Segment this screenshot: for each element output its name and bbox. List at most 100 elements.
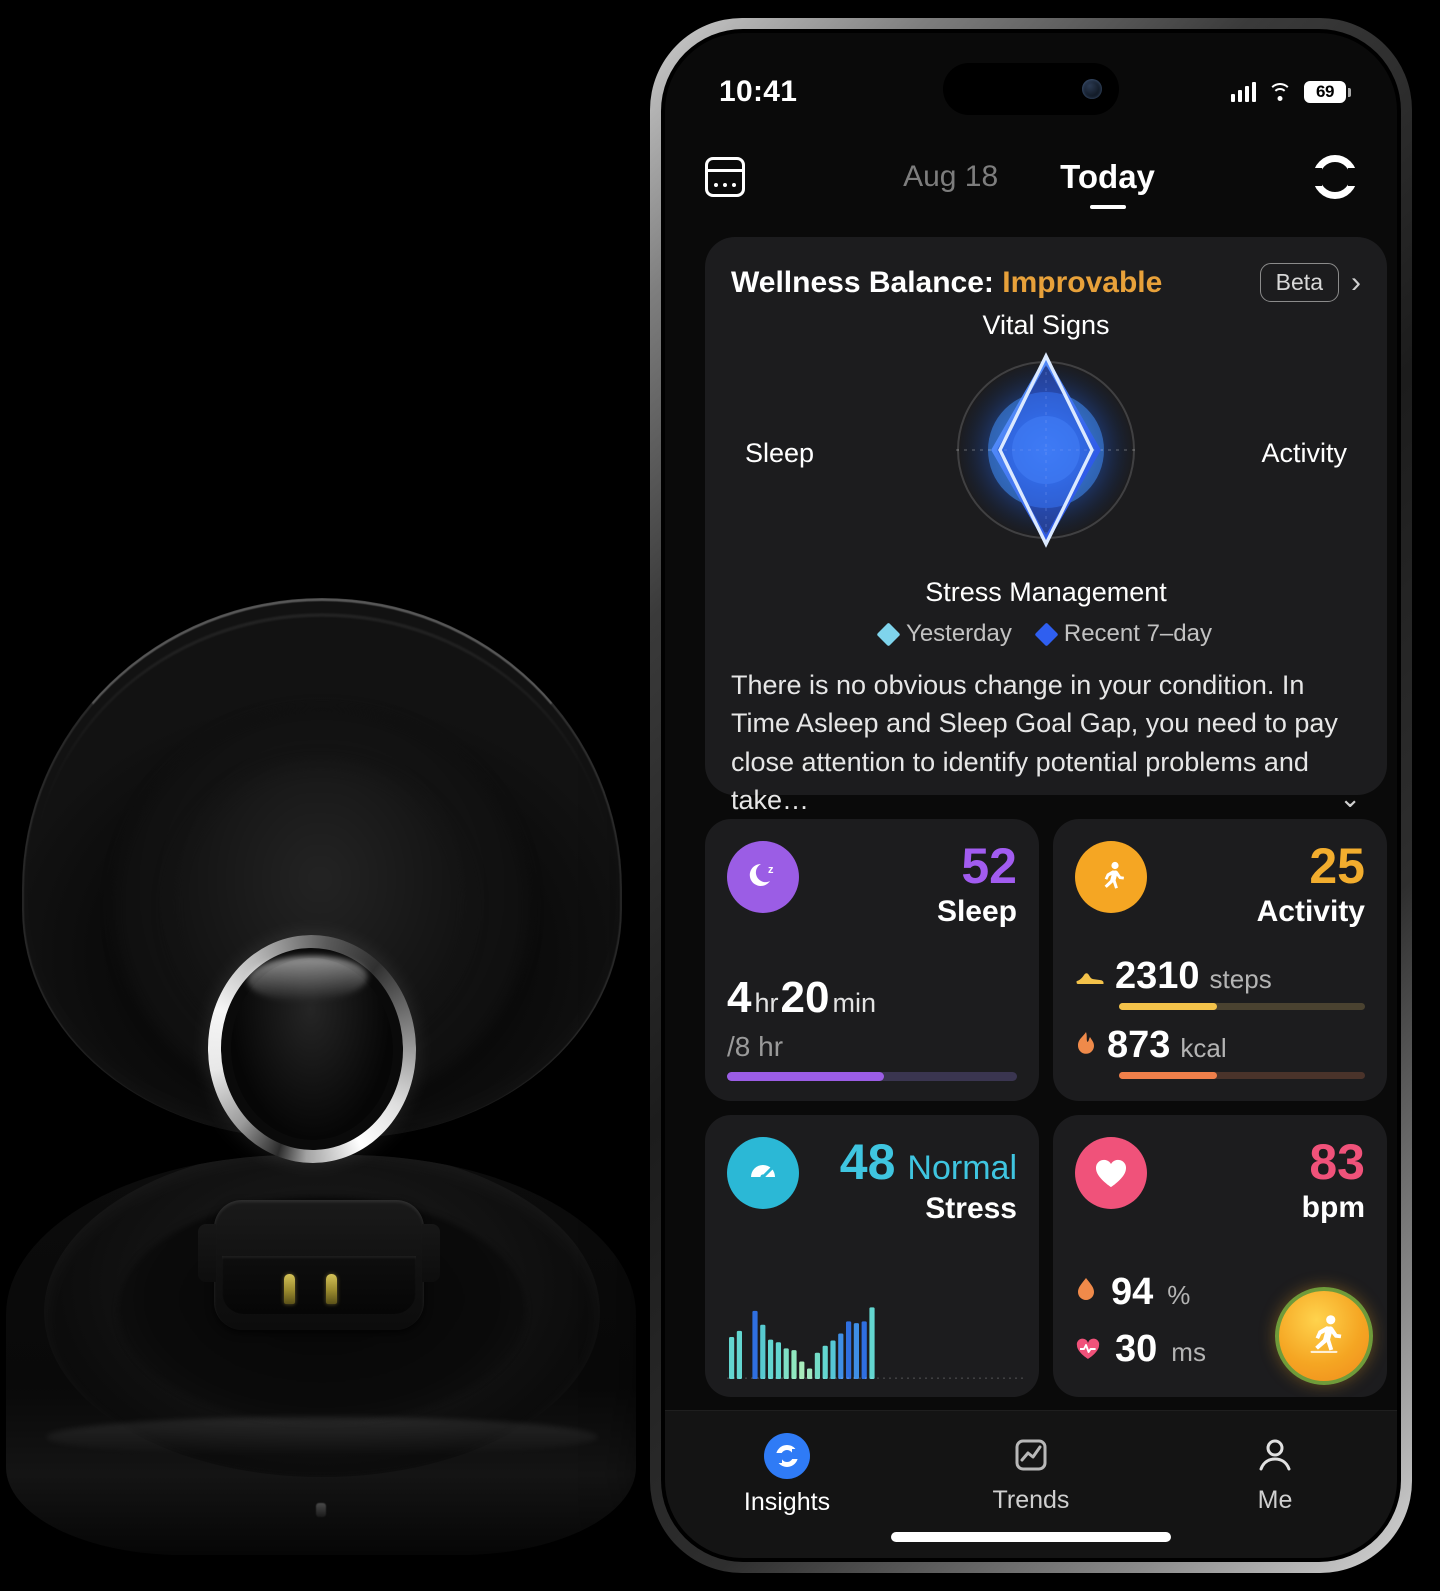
case-base-seam — [46, 1417, 598, 1457]
charging-pin-left — [284, 1274, 295, 1304]
phone-device: 10:41 69 Aug 18 Today Wellness Balance: … — [650, 18, 1412, 1573]
legend-diamond-recent-7-day — [1034, 621, 1059, 647]
sleep-card[interactable]: z 52 Sleep 4 hr20 min /8 hr — [705, 819, 1039, 1101]
activity-score-block: 25 Activity — [1257, 841, 1365, 929]
flame-icon — [1075, 1031, 1097, 1061]
case-base-vent — [316, 1503, 326, 1517]
app-header: Aug 18 Today — [665, 137, 1397, 217]
tab-me[interactable]: Me — [1153, 1433, 1397, 1515]
activity-calories-row: 873 kcal — [1075, 1024, 1365, 1079]
blood-oxygen-value: 94 — [1111, 1271, 1154, 1313]
wellness-status: Improvable — [1002, 265, 1163, 299]
trends-chart-icon — [1015, 1439, 1047, 1471]
home-indicator — [891, 1532, 1171, 1542]
sleep-duration: 4 hr20 min — [727, 973, 878, 1023]
calendar-icon[interactable] — [705, 157, 745, 197]
sleep-progress-fill — [727, 1072, 884, 1081]
heart-rate-unit: bpm — [1301, 1191, 1365, 1224]
charging-pins — [198, 1200, 440, 1330]
steps-value: 2310 — [1115, 955, 1200, 997]
stress-gauge-icon — [727, 1137, 799, 1209]
steps-progress-track — [1119, 1003, 1365, 1010]
dynamic-island — [943, 63, 1119, 115]
blood-oxygen-drop-icon — [1075, 1276, 1097, 1309]
steps-unit: steps — [1209, 964, 1272, 994]
radar-axis-label-sleep: Sleep — [745, 438, 815, 468]
wellness-card-header: Wellness Balance: Improvable Beta › — [731, 263, 1361, 302]
tab-insights-label: Insights — [743, 1488, 831, 1516]
sync-ring-icon[interactable] — [1312, 155, 1358, 199]
status-indicators: 69 — [1231, 81, 1351, 103]
person-icon — [1259, 1439, 1291, 1471]
stress-score-block: 48 Normal Stress — [840, 1137, 1017, 1226]
sleep-score-block: 52 Sleep — [937, 841, 1017, 929]
calories-unit: kcal — [1180, 1033, 1227, 1063]
tab-trends-label: Trends — [992, 1486, 1070, 1514]
wellness-balance-card[interactable]: Wellness Balance: Improvable Beta › Vita… — [705, 237, 1387, 815]
battery-level: 69 — [1316, 82, 1334, 101]
heart-rate-card[interactable]: 83 bpm 94 % 30 ms — [1053, 1115, 1387, 1397]
front-camera-icon — [1082, 79, 1102, 99]
chevron-down-icon[interactable]: ⌄ — [1339, 780, 1361, 817]
sleep-goal: /8 hr — [727, 1031, 784, 1062]
sleep-label: Sleep — [936, 895, 1017, 928]
metrics-grid: z 52 Sleep 4 hr20 min /8 hr 25 Activity … — [705, 819, 1387, 1397]
heart-icon — [1075, 1137, 1147, 1209]
battery-icon: 69 — [1304, 81, 1351, 103]
stress-card-header: 48 Normal Stress — [727, 1137, 1017, 1226]
sleep-hours: 4 — [727, 973, 752, 1022]
status-time: 10:41 — [719, 75, 798, 108]
radar-axis-label-vital-signs: Vital Signs — [982, 310, 1110, 340]
chevron-right-icon[interactable]: › — [1351, 267, 1361, 298]
hrv-row: 30 ms — [1075, 1328, 1206, 1371]
blood-oxygen-unit: % — [1167, 1280, 1191, 1310]
heart-value-block: 83 bpm — [1302, 1137, 1365, 1225]
beta-badge: Beta — [1259, 263, 1339, 302]
activity-card-header: 25 Activity — [1075, 841, 1365, 929]
heart-card-header: 83 bpm — [1075, 1137, 1365, 1225]
wellness-title: Wellness Balance: Improvable — [731, 266, 1162, 300]
sleep-minutes-unit: min — [832, 988, 876, 1018]
activity-steps-row: 2310 steps — [1075, 955, 1365, 1010]
tab-trends[interactable]: Trends — [909, 1433, 1153, 1515]
activity-card[interactable]: 25 Activity 2310 steps 873 kcal — [1053, 819, 1387, 1101]
tab-previous-date[interactable]: Aug 18 — [903, 160, 998, 194]
tab-me-label: Me — [1257, 1486, 1293, 1514]
stress-score: 48 — [839, 1134, 896, 1190]
radar-svg — [956, 352, 1136, 548]
running-person-fab-icon[interactable] — [1275, 1287, 1373, 1385]
wellness-description-text: There is no obvious change in your condi… — [731, 670, 1338, 815]
wellness-radar-chart: Vital Signs Sleep Activity Stress Manage… — [731, 306, 1361, 607]
hrv-value: 30 — [1115, 1328, 1158, 1370]
sleep-hours-unit: hr — [754, 988, 779, 1018]
phone-screen: 10:41 69 Aug 18 Today Wellness Balance: … — [665, 33, 1397, 1558]
tab-insights[interactable]: Insights — [665, 1433, 909, 1517]
running-person-icon — [1075, 841, 1147, 913]
activity-label: Activity — [1256, 895, 1365, 928]
charging-case-photo — [0, 560, 660, 1590]
legend-label-yesterday: Yesterday — [906, 620, 1012, 647]
activity-rows: 2310 steps 873 kcal — [1075, 955, 1365, 1079]
radar-legend: Yesterday Recent 7–day — [731, 620, 1361, 648]
hrv-unit: ms — [1171, 1337, 1206, 1367]
legend-item-yesterday: Yesterday — [876, 620, 1012, 648]
sleep-minutes: 20 — [780, 973, 830, 1022]
activity-score: 25 — [1309, 838, 1365, 894]
stress-card[interactable]: 48 Normal Stress — [705, 1115, 1039, 1397]
svg-text:z: z — [768, 864, 774, 876]
hrv-heart-pulse-icon — [1075, 1337, 1101, 1366]
wellness-title-prefix: Wellness Balance: — [731, 265, 1003, 299]
charging-pad-lip — [222, 1256, 416, 1314]
wellness-description[interactable]: There is no obvious change in your condi… — [731, 666, 1361, 819]
calories-value: 873 — [1107, 1024, 1171, 1066]
tab-today[interactable]: Today — [1060, 158, 1155, 196]
radar-axis-label-stress-management: Stress Management — [925, 577, 1167, 607]
cellular-bars-icon — [1231, 82, 1256, 102]
stress-label: Stress — [925, 1192, 1017, 1225]
stress-status: Normal — [907, 1149, 1017, 1187]
shoe-icon — [1075, 966, 1105, 992]
heart-sub-metrics: 94 % 30 ms — [1075, 1271, 1206, 1371]
blood-oxygen-row: 94 % — [1075, 1271, 1206, 1314]
radar-axis-label-activity: Activity — [1261, 438, 1347, 468]
date-tabs: Aug 18 Today — [745, 158, 1313, 196]
